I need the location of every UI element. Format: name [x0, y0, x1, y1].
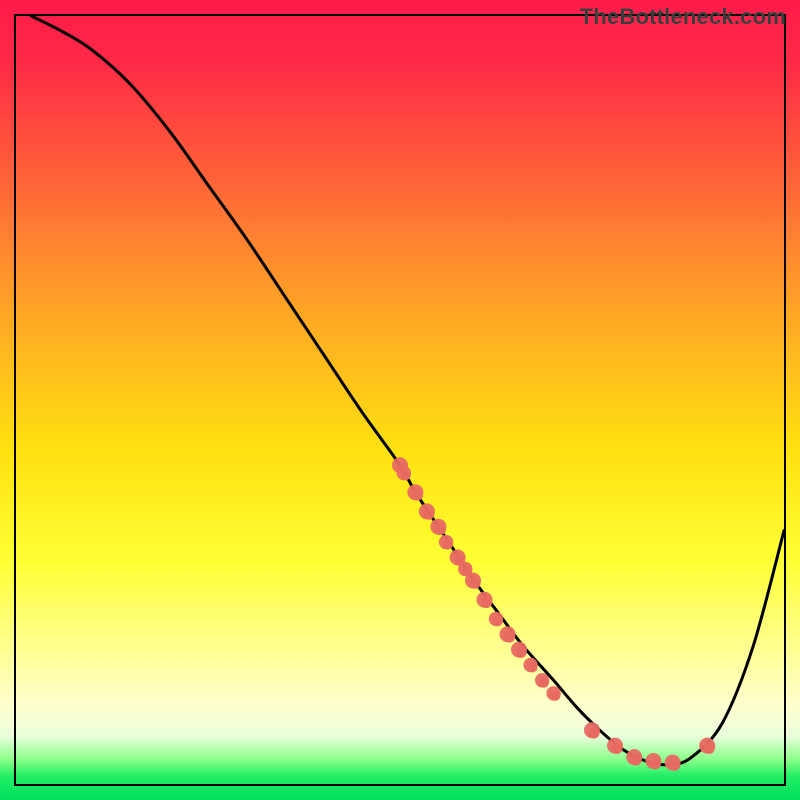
marker-dot-tail: [650, 758, 661, 769]
curve-layer: [31, 16, 784, 765]
attribution-text: TheBottleneck.com: [580, 4, 786, 30]
marker-dot-tail: [611, 743, 622, 754]
marker-dot-tail: [504, 631, 515, 642]
scatter-markers: [392, 457, 715, 771]
chart-canvas: TheBottleneck.com: [0, 0, 800, 800]
marker-dot-tail: [588, 727, 599, 738]
marker-dot-tail: [423, 509, 434, 520]
marker-dot-tail: [704, 743, 715, 754]
marker-dot-tail: [631, 754, 642, 765]
marker-dot-tail: [493, 616, 503, 626]
marker-dot-tail: [669, 760, 680, 771]
marker-dot-tail: [527, 663, 537, 673]
marker-dot-tail: [515, 647, 526, 658]
marker-dot-tail: [401, 471, 411, 481]
bottleneck-curve: [31, 16, 784, 765]
chart-plot: [0, 0, 800, 800]
marker-dot-tail: [412, 489, 423, 500]
marker-dot-tail: [443, 540, 453, 550]
marker-dot-tail: [435, 524, 446, 535]
marker-dot-tail: [469, 578, 480, 589]
marker-dot-tail: [481, 597, 492, 608]
marker-dot-tail: [539, 678, 549, 688]
marker-dot-tail: [550, 691, 560, 701]
